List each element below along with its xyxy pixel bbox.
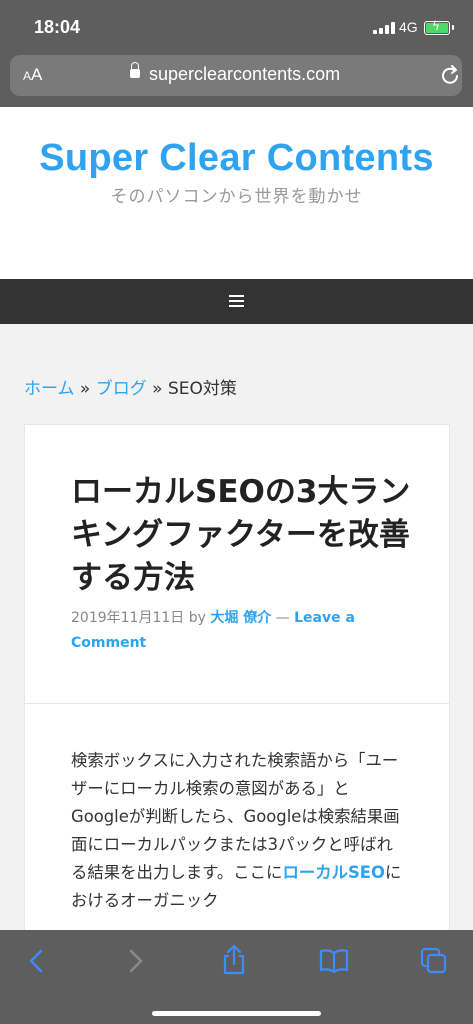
local-seo-link[interactable]: ローカルSEO <box>282 863 385 882</box>
post-by: by <box>184 610 211 626</box>
url-domain[interactable]: superclearcontents.com <box>149 64 340 85</box>
chevron-right-icon[interactable] <box>120 946 150 976</box>
home-indicator[interactable] <box>152 1011 321 1016</box>
post-title: ローカルSEOの3大ランキングファクターを改善する方法 <box>71 474 411 596</box>
post-dash: — <box>271 610 295 626</box>
signal-icon <box>373 22 395 34</box>
post-meta: 2019年11月11日 by 大堀 僚介 — Leave a Comment <box>71 606 401 656</box>
site-tagline: そのパソコンから世界を動かせ <box>110 187 363 207</box>
breadcrumb-separator: » <box>74 379 96 399</box>
post-author-link[interactable]: 大堀 僚介 <box>210 610 271 626</box>
network-type: 4G <box>399 19 418 35</box>
menu-icon[interactable] <box>229 295 244 307</box>
breadcrumb-blog[interactable]: ブログ <box>96 379 147 399</box>
article-card: ローカルSEOの3大ランキングファクターを改善する方法 2019年11月11日 … <box>24 424 450 946</box>
battery-icon: ϟ <box>424 19 454 35</box>
post-date: 2019年11月11日 <box>71 610 185 626</box>
breadcrumb: ホーム » ブログ » SEO対策 <box>24 374 237 399</box>
site-header: Super Clear Contents そのパソコンから世界を動かせ <box>0 107 473 279</box>
breadcrumb-home[interactable]: ホーム <box>24 379 75 399</box>
status-bar: 18:04 4G ϟ <box>0 0 473 50</box>
reload-icon[interactable] <box>441 64 461 91</box>
book-icon[interactable] <box>318 946 349 976</box>
divider <box>25 703 449 704</box>
chevron-left-icon[interactable] <box>22 946 52 976</box>
clock: 18:04 <box>34 17 81 37</box>
tabs-icon[interactable] <box>419 946 449 976</box>
browser-chrome: AA superclearcontents.com <box>0 50 473 107</box>
share-icon[interactable] <box>219 943 249 975</box>
site-title[interactable]: Super Clear Contents <box>0 137 473 180</box>
lock-icon <box>130 62 140 78</box>
breadcrumb-separator: » <box>146 379 168 399</box>
address-bar[interactable]: AA superclearcontents.com <box>10 55 462 96</box>
post-body: 検索ボックスに入力された検索語から「ユーザーにローカル検索の意図がある」とGoo… <box>71 747 407 915</box>
nav-bar <box>0 279 473 324</box>
text-size-button[interactable]: AA <box>23 65 42 85</box>
breadcrumb-current: SEO対策 <box>167 379 237 399</box>
browser-toolbar <box>0 930 473 1024</box>
